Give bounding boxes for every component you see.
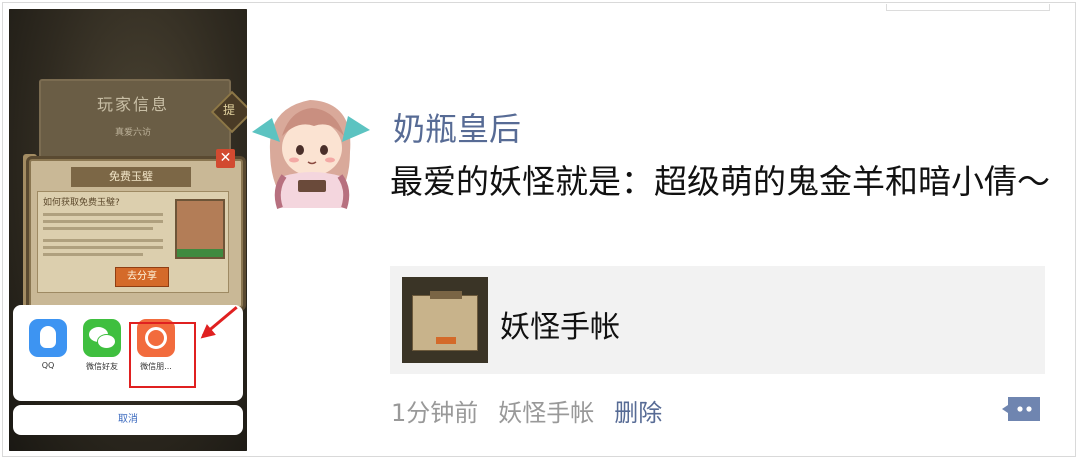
player-info-title: 玩家信息 — [96, 95, 169, 114]
dialog-title: 免费玉璧 — [71, 167, 191, 187]
highlight-box — [129, 322, 196, 388]
link-title: 妖怪手帐 — [500, 310, 620, 345]
post-text: 最爱的妖怪就是：超级萌的鬼金羊和暗小倩～ — [390, 162, 1050, 201]
game-dialog-thumbnail — [402, 277, 488, 363]
share-sheet: QQ 微信好友 微信朋... — [13, 305, 243, 401]
dialog-heading: 如何获取免费玉璧? — [43, 198, 120, 208]
share-item-qq[interactable]: QQ — [26, 319, 70, 370]
post-meta: 1分钟前 妖怪手帐 删除 — [391, 393, 662, 428]
post-source[interactable]: 妖怪手帐 — [498, 399, 594, 427]
close-icon[interactable]: ✕ — [216, 149, 235, 168]
link-card[interactable]: 妖怪手帐 — [390, 266, 1045, 374]
top-divider — [886, 4, 1050, 11]
go-share-button[interactable]: 去分享 — [115, 267, 169, 287]
player-subtitle: 真爱六访 — [114, 128, 151, 138]
shared-screenshot[interactable]: 玩家信息 真爱六访 提 免费玉璧 ✕ 如何获取免费玉璧? 去分享 QQ 微信好友… — [9, 9, 247, 451]
share-label: QQ — [41, 361, 55, 370]
username-link[interactable]: 奶瓶皇后 — [393, 104, 521, 150]
post-time: 1分钟前 — [391, 399, 479, 427]
dialog-illustration — [175, 199, 225, 259]
share-item-wechat[interactable]: 微信好友 — [80, 319, 124, 372]
qq-icon — [29, 319, 67, 357]
cancel-button[interactable]: 取消 — [13, 405, 243, 435]
comment-bubble-icon[interactable] — [1002, 394, 1042, 424]
share-label: 微信好友 — [86, 362, 118, 371]
wechat-icon — [83, 319, 121, 357]
delete-link[interactable]: 删除 — [614, 399, 662, 427]
pin-label: 提 — [223, 103, 236, 117]
avatar[interactable] — [250, 90, 372, 212]
